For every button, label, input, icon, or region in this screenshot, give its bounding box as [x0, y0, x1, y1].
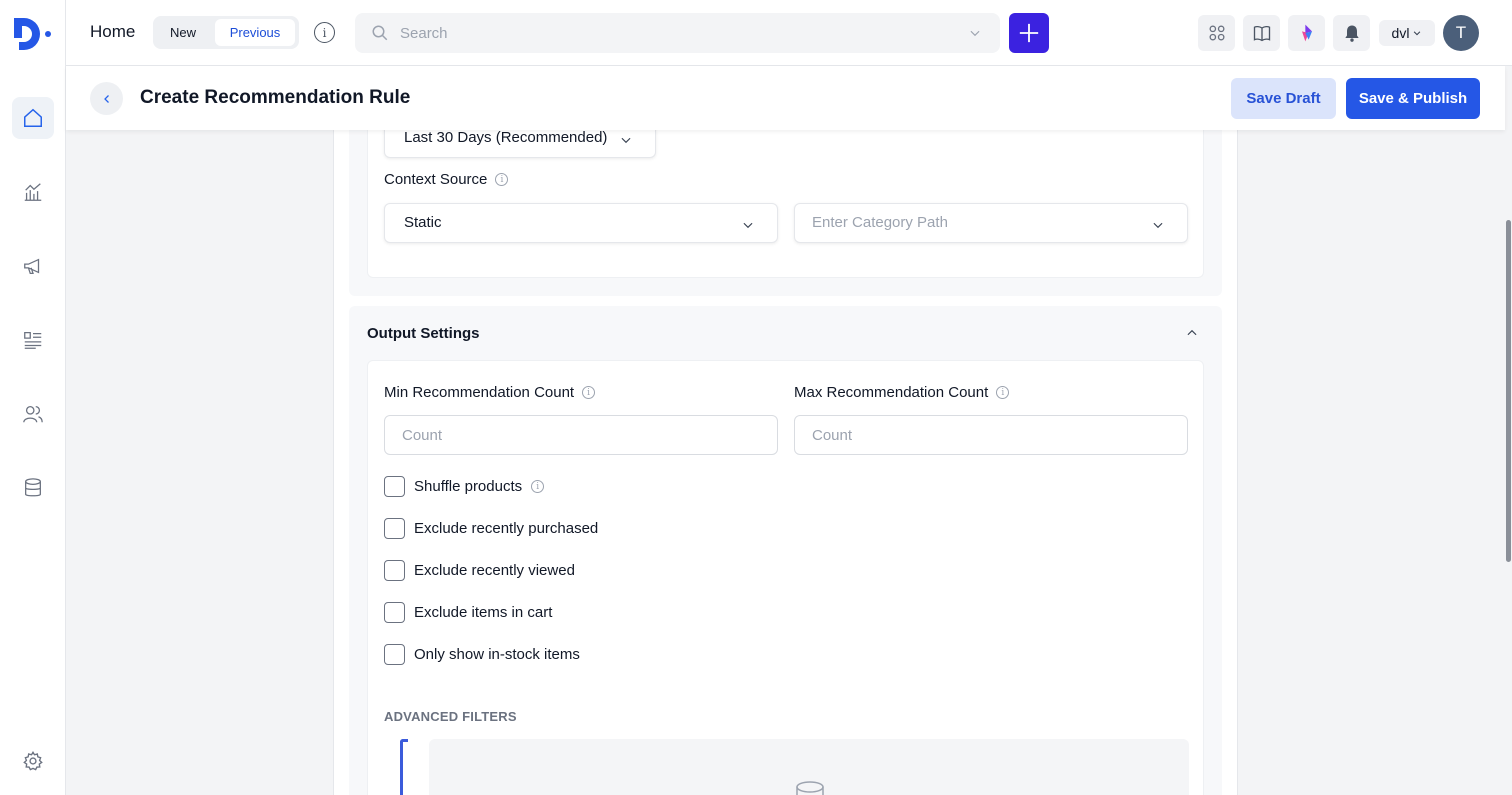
- in-stock-checkbox[interactable]: [384, 644, 405, 665]
- page-title: Create Recommendation Rule: [140, 87, 411, 108]
- plus-icon: [1019, 23, 1039, 43]
- exclude-purchased-checkbox[interactable]: [384, 518, 405, 539]
- nav-content[interactable]: [12, 319, 54, 361]
- page-scrollbar[interactable]: [1505, 66, 1512, 795]
- form-column: Last 30 Days (Recommended) Context Sourc…: [333, 120, 1238, 795]
- min-count-input[interactable]: [384, 415, 778, 455]
- apps-grid-icon: [1208, 25, 1225, 41]
- create-button[interactable]: [1009, 13, 1049, 53]
- chevron-down-icon: [1414, 31, 1421, 36]
- exclude-purchased-option[interactable]: Exclude recently purchased: [384, 518, 598, 539]
- advanced-filters-dropzone[interactable]: [429, 739, 1189, 795]
- ai-sparkle-icon: [1301, 24, 1312, 42]
- context-source-select[interactable]: Static: [384, 203, 778, 243]
- ai-assistant-button[interactable]: [1288, 15, 1325, 51]
- nav-data[interactable]: [12, 467, 54, 509]
- info-icon[interactable]: i: [582, 386, 596, 399]
- bell-icon: [1344, 25, 1359, 42]
- save-publish-button[interactable]: Save & Publish: [1346, 78, 1480, 119]
- shuffle-products-checkbox[interactable]: [384, 476, 405, 497]
- nav-analytics[interactable]: [12, 171, 54, 213]
- option-label: Only show in-stock items: [414, 646, 580, 663]
- search-icon: [372, 25, 388, 41]
- chevron-down-icon: [1153, 222, 1163, 229]
- filter-group-bracket: [400, 739, 408, 795]
- book-icon: [1253, 25, 1270, 42]
- advanced-filters-title: ADVANCED FILTERS: [384, 709, 517, 724]
- gear-icon: [23, 750, 43, 771]
- min-count-text: Min Recommendation Count: [384, 384, 575, 401]
- output-settings-body: Min Recommendation Count i Max Recommend…: [367, 360, 1204, 795]
- category-path-placeholder: Enter Category Path: [812, 214, 948, 231]
- exclude-cart-checkbox[interactable]: [384, 602, 405, 623]
- max-count-label: Max Recommendation Count i: [794, 384, 1010, 401]
- exclude-viewed-checkbox[interactable]: [384, 560, 405, 581]
- home-label[interactable]: Home: [90, 22, 135, 42]
- context-source-label: Context Source i: [384, 171, 509, 188]
- back-button[interactable]: [90, 82, 123, 115]
- info-icon[interactable]: i: [495, 173, 509, 186]
- output-settings-title[interactable]: Output Settings: [367, 325, 480, 342]
- context-section-body: Last 30 Days (Recommended) Context Sourc…: [367, 120, 1204, 278]
- org-switcher[interactable]: dvl: [1379, 20, 1435, 46]
- context-source-text: Context Source: [384, 171, 488, 188]
- new-previous-toggle: New Previous: [153, 16, 299, 49]
- chevron-down-icon: [621, 137, 631, 144]
- chevron-down-icon: [743, 222, 753, 229]
- content-list-icon: [24, 332, 42, 349]
- option-label: Exclude recently viewed: [414, 562, 575, 579]
- exclude-viewed-option[interactable]: Exclude recently viewed: [384, 560, 575, 581]
- left-nav-rail: [0, 0, 66, 795]
- top-bar: Home New Previous i dvl T: [66, 0, 1512, 66]
- search-bar: [355, 13, 1000, 53]
- nav-campaigns[interactable]: [12, 245, 54, 287]
- option-label: Exclude items in cart: [414, 604, 553, 621]
- megaphone-icon: [24, 258, 40, 274]
- toggle-new[interactable]: New: [157, 19, 209, 46]
- output-settings-section: Output Settings Min Recommendation Count…: [349, 306, 1222, 795]
- chevron-left-icon: [103, 94, 109, 103]
- option-label: Exclude recently purchased: [414, 520, 599, 537]
- search-input[interactable]: [400, 21, 940, 45]
- shuffle-products-option[interactable]: Shuffle products i: [384, 476, 545, 497]
- info-icon[interactable]: i: [996, 386, 1010, 399]
- time-range-value: Last 30 Days (Recommended): [404, 129, 608, 146]
- context-source-value: Static: [404, 214, 442, 231]
- max-count-input[interactable]: [794, 415, 1188, 455]
- in-stock-option[interactable]: Only show in-stock items: [384, 644, 580, 665]
- nav-audience[interactable]: [12, 393, 54, 435]
- avatar[interactable]: T: [1443, 15, 1479, 51]
- exclude-cart-option[interactable]: Exclude items in cart: [384, 602, 552, 623]
- nav-settings[interactable]: [12, 740, 54, 782]
- database-icon: [25, 478, 41, 497]
- apps-button[interactable]: [1198, 15, 1235, 51]
- nav-home[interactable]: [12, 97, 54, 139]
- chevron-up-icon[interactable]: [1185, 326, 1199, 340]
- category-path-select[interactable]: Enter Category Path: [794, 203, 1188, 243]
- min-count-label: Min Recommendation Count i: [384, 384, 596, 401]
- audience-icon: [23, 406, 43, 423]
- page-header: Create Recommendation Rule Save Draft Sa…: [66, 66, 1505, 130]
- max-count-text: Max Recommendation Count: [794, 384, 989, 401]
- info-icon[interactable]: i: [531, 480, 545, 493]
- analytics-icon: [24, 183, 42, 201]
- database-icon: [796, 781, 824, 795]
- toggle-previous[interactable]: Previous: [215, 19, 295, 46]
- chevron-down-icon[interactable]: [968, 26, 982, 40]
- brand-logo[interactable]: [12, 16, 56, 52]
- save-draft-button[interactable]: Save Draft: [1231, 78, 1336, 119]
- scrollbar-thumb[interactable]: [1506, 220, 1511, 562]
- option-label: Shuffle products: [414, 478, 523, 495]
- info-icon[interactable]: i: [314, 22, 335, 43]
- notifications-button[interactable]: [1333, 15, 1370, 51]
- org-label: dvl: [1391, 25, 1410, 41]
- context-section: Last 30 Days (Recommended) Context Sourc…: [349, 120, 1222, 296]
- home-icon: [24, 108, 42, 127]
- docs-button[interactable]: [1243, 15, 1280, 51]
